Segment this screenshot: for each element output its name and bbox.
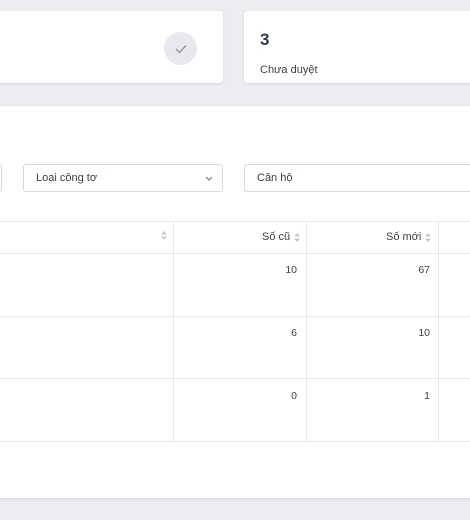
- column-header-label: Số cũ: [262, 231, 291, 243]
- column-header-label: Số mới: [386, 231, 422, 243]
- unapproved-label: Chưa duyệt: [260, 64, 318, 76]
- stat-card-unapproved: 3 Chưa duyệt: [244, 11, 470, 83]
- cell-old-reading: 0: [291, 390, 297, 402]
- sort-icon: [425, 232, 432, 242]
- table-header-bottom-border: [0, 253, 470, 254]
- apartment-placeholder: Căn hộ: [257, 172, 293, 184]
- column-header-new-reading[interactable]: Số mới: [386, 231, 432, 243]
- row-divider: [0, 441, 470, 442]
- sort-icon: [294, 232, 301, 242]
- cell-old-reading: 6: [291, 327, 297, 339]
- cell-old-reading: 10: [285, 264, 297, 276]
- cell-new-reading: 10: [418, 327, 430, 339]
- check-icon: [164, 32, 197, 65]
- chevron-down-icon: [205, 176, 213, 181]
- table-header-top-border: [0, 221, 470, 222]
- column-header-sort-first[interactable]: [161, 231, 167, 240]
- row-divider: [0, 316, 470, 317]
- unapproved-count: 3: [260, 30, 270, 49]
- stat-card-approved: [0, 11, 223, 83]
- meter-type-select[interactable]: Loại công tơ: [23, 164, 223, 192]
- apartment-filter-input[interactable]: Căn hộ: [244, 164, 470, 192]
- filter-left-input[interactable]: [0, 164, 2, 192]
- column-header-old-reading[interactable]: Số cũ: [262, 231, 301, 243]
- cell-new-reading: 1: [424, 390, 430, 402]
- row-divider: [0, 378, 470, 379]
- cell-new-reading: 67: [418, 264, 430, 276]
- column-divider: [438, 221, 439, 442]
- column-divider: [306, 221, 307, 442]
- column-divider: [173, 221, 174, 442]
- meter-type-placeholder: Loại công tơ: [36, 172, 98, 184]
- sort-icon: [161, 231, 167, 240]
